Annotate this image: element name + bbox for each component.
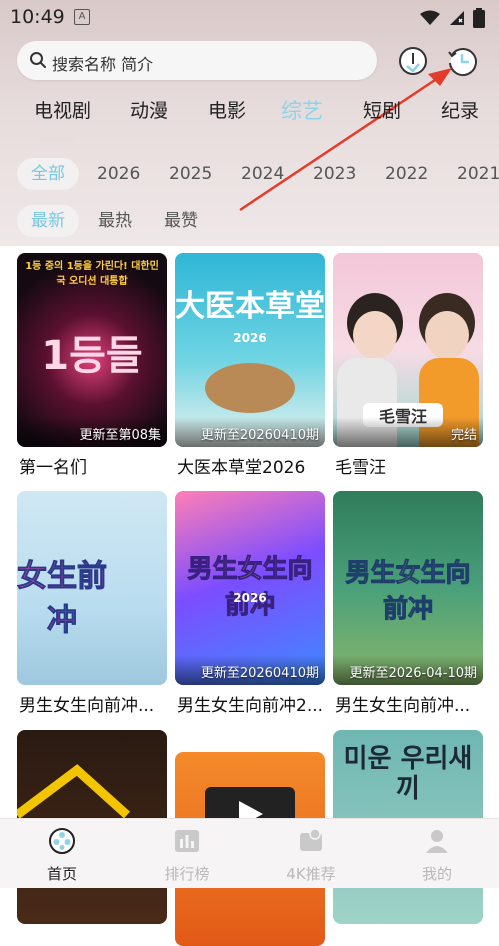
category-tabs: 电视剧 动漫 电影 综艺 短剧 纪录	[0, 96, 499, 126]
tab-variety[interactable]: 综艺	[281, 95, 323, 125]
home-film-reel-icon	[49, 828, 75, 854]
sort-most-liked[interactable]: 最赞	[164, 205, 198, 237]
sort-newest[interactable]: 最新	[17, 205, 79, 237]
nav-ranking-label: 排行榜	[164, 865, 210, 883]
tab-anime[interactable]: 动漫	[130, 96, 168, 123]
card-title: 男生女生向前冲...	[335, 696, 471, 716]
nav-profile-label: 我的	[421, 865, 452, 883]
status-badge: 完结	[450, 428, 477, 443]
nav-profile[interactable]: 我的	[392, 827, 482, 884]
nav-4k[interactable]: 4K推荐	[266, 827, 356, 884]
nav-home-label: 首页	[46, 865, 77, 883]
profile-icon	[426, 830, 448, 853]
poster-art-text: 大医本草堂	[175, 289, 325, 324]
search-placeholder: 搜索名称 简介	[52, 55, 154, 74]
year-2025[interactable]: 2025	[169, 158, 212, 190]
year-all[interactable]: 全部	[17, 158, 79, 190]
sort-hottest[interactable]: 最热	[98, 205, 132, 237]
episode-badge: 更新至2026-04-10期	[349, 666, 477, 681]
year-2024[interactable]: 2024	[241, 158, 284, 190]
card-poster: 毛雪汪 完结	[333, 253, 483, 447]
episode-badge: 更新至20260410期	[200, 666, 319, 681]
poster-art-text: 男生女生向前冲	[187, 554, 313, 620]
card-poster: 男生女生向前冲 2026 更新至20260410期	[175, 491, 325, 685]
card-title: 男生女生向前冲2...	[177, 696, 324, 716]
episode-badge: 更新至20260410期	[200, 428, 319, 443]
poster-art-text: 1등들	[41, 333, 143, 379]
tab-documentary[interactable]: 纪录	[441, 96, 479, 123]
tab-tv-series[interactable]: 电视剧	[34, 96, 91, 123]
card-title: 大医本草堂2026	[177, 458, 306, 478]
poster-art-text: 男生女生向前冲	[345, 558, 471, 624]
episode-badge: 更新至第08集	[79, 428, 161, 443]
bottom-navigation: 首页 排行榜 4K推荐 我的	[0, 818, 499, 888]
year-2026[interactable]: 2026	[97, 158, 140, 190]
sort-filter: 最新 最热 最赞	[0, 205, 499, 237]
search-icon	[30, 52, 46, 68]
card-poster: 大医本草堂 2026 更新至20260410期	[175, 253, 325, 447]
poster-tagline: 1등 중의 1등을 가린다! 대한민국 오디션 대통합	[25, 261, 159, 287]
status-icons	[419, 8, 485, 28]
year-2021[interactable]: 2021	[457, 158, 499, 190]
annotation-arrow	[239, 68, 452, 212]
poster-art-text: 女生前冲	[17, 559, 108, 639]
card-poster: 女生前冲	[17, 491, 167, 685]
card-title: 男生女生向前冲...	[19, 696, 155, 716]
nav-ranking[interactable]: 排行榜	[142, 827, 232, 884]
card-poster: 1등 중의 1등을 가린다! 대한민국 오디션 대통합 1등들 更新至第08集	[17, 253, 167, 447]
poster-art-text: 미운 우리새끼	[343, 744, 473, 804]
signal-icon	[450, 11, 464, 25]
poster-art-year: 2026	[233, 331, 267, 345]
status-time: 10:49	[10, 6, 65, 28]
year-filter: 全部 2026 2025 2024 2023 2022 2021	[0, 158, 499, 190]
poster-art-year: 2026	[233, 591, 267, 605]
battery-icon	[473, 8, 485, 28]
ranking-chart-icon	[175, 830, 199, 852]
tab-indicator	[39, 137, 75, 141]
nav-home[interactable]: 首页	[17, 827, 107, 884]
year-2022[interactable]: 2022	[385, 158, 428, 190]
card-title: 毛雪汪	[335, 458, 386, 478]
card-title: 第一名们	[19, 458, 87, 478]
tab-short-drama[interactable]: 短剧	[363, 96, 401, 123]
notification-icon: A	[74, 9, 90, 25]
wifi-icon	[420, 10, 440, 25]
year-2023[interactable]: 2023	[313, 158, 356, 190]
tab-movie[interactable]: 电影	[208, 96, 246, 123]
nav-4k-label: 4K推荐	[286, 865, 336, 883]
status-bar: 10:49 A	[0, 0, 499, 34]
4k-recommend-icon	[300, 828, 322, 851]
card-poster: 男生女生向前冲 更新至2026-04-10期	[333, 491, 483, 685]
